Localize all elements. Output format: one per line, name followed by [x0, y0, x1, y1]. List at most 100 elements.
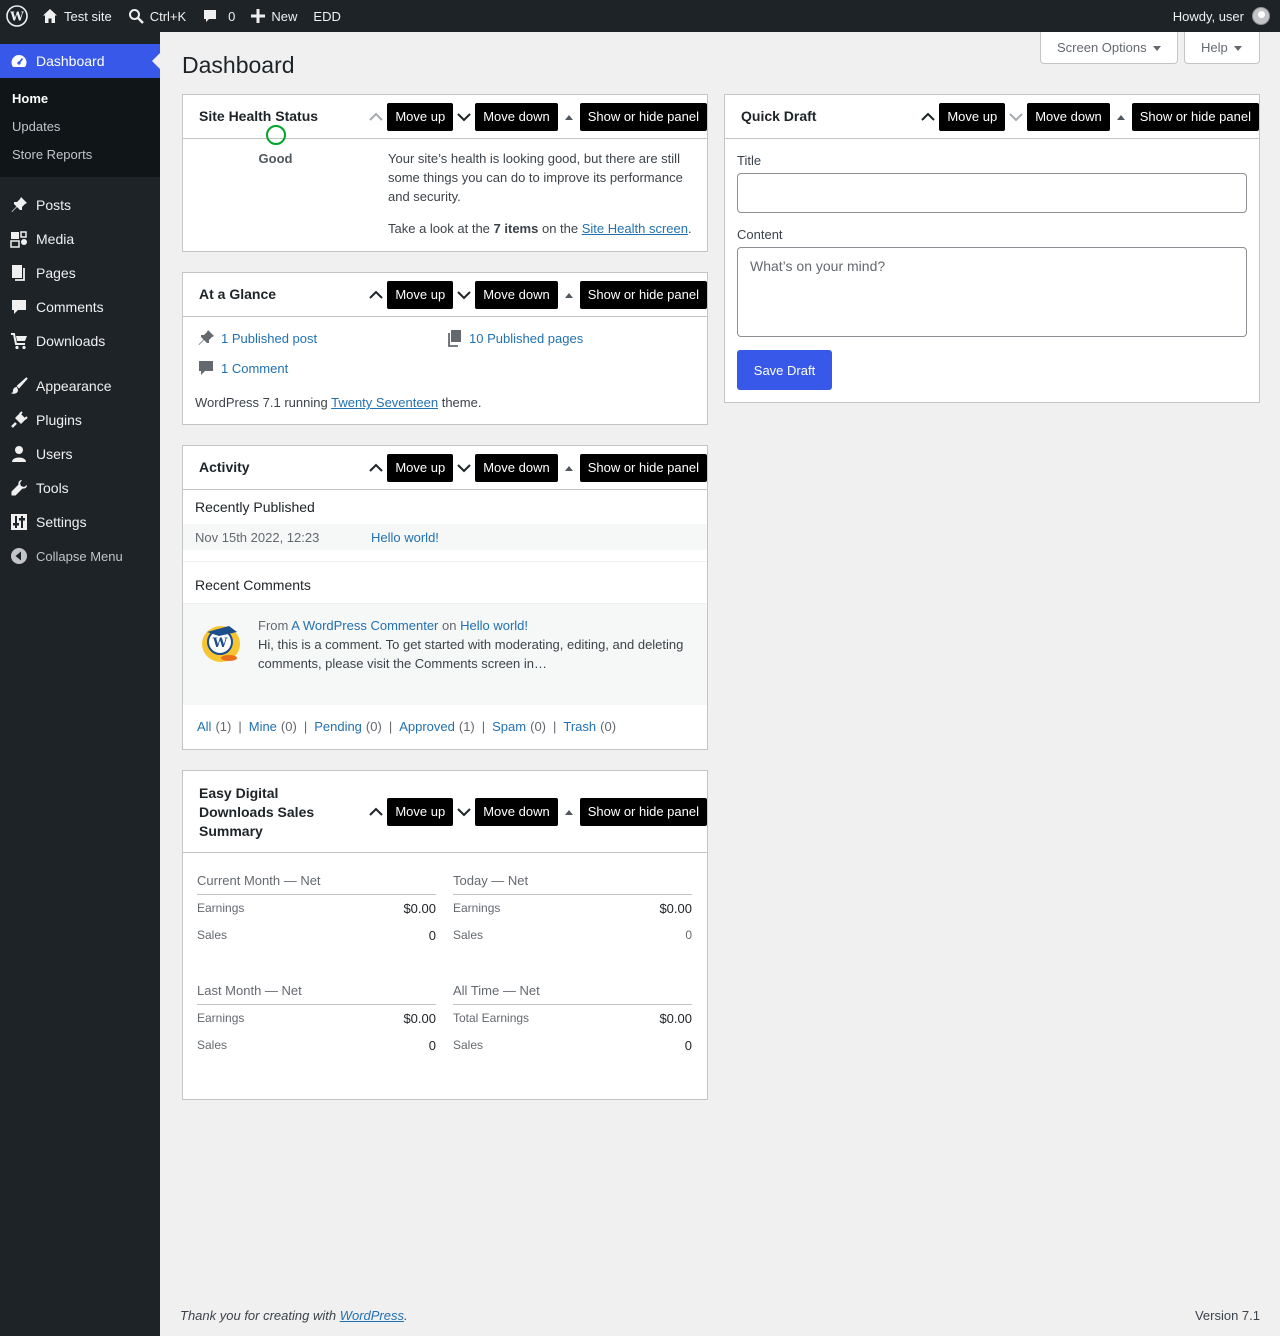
move-down-arrow-icon[interactable] — [453, 102, 475, 132]
move-up-arrow-icon[interactable] — [365, 280, 387, 310]
edd-row: Sales 0 — [197, 1038, 436, 1053]
move-up-button[interactable]: Move up — [387, 280, 454, 309]
collapse-menu-label: Collapse Menu — [36, 548, 123, 564]
issue-count: 7 items — [493, 221, 539, 236]
edd-block-heading: Today — Net — [453, 873, 692, 895]
edd-value: $0.00 — [659, 901, 692, 916]
sidebar-item-settings[interactable]: Settings — [0, 505, 160, 539]
svg-text:W: W — [212, 636, 228, 651]
draft-content-textarea[interactable] — [737, 247, 1247, 337]
home-icon — [43, 9, 57, 23]
site-name-link[interactable]: Test site — [34, 0, 120, 32]
toggle-panel-button[interactable]: Show or hide panel — [579, 102, 707, 131]
sidebar-item-label: Posts — [36, 197, 72, 213]
move-down-arrow-icon[interactable] — [453, 453, 475, 483]
filter-spam-link[interactable]: Spam — [492, 719, 526, 734]
post-title-link[interactable]: Hello world! — [371, 530, 439, 545]
move-up-button[interactable]: Move up — [939, 102, 1006, 131]
edd-value: 0 — [428, 928, 436, 943]
draft-title-input[interactable] — [737, 173, 1247, 213]
user-account-menu[interactable]: Howdy, user — [1173, 7, 1280, 25]
sidebar-item-media[interactable]: Media — [0, 222, 160, 256]
sidebar-item-users[interactable]: Users — [0, 437, 160, 471]
submenu-item-home[interactable]: Home — [0, 85, 160, 113]
downloads-cart-icon — [11, 333, 27, 350]
search-icon — [128, 9, 144, 24]
published-pages-link[interactable]: 10 Published pages — [469, 331, 583, 346]
edd-row: Earnings $0.00 — [197, 1011, 436, 1026]
published-posts-link[interactable]: 1 Published post — [221, 331, 317, 346]
toggle-panel-button[interactable]: Show or hide panel — [1131, 102, 1259, 131]
move-down-button[interactable]: Move down — [475, 797, 558, 826]
sidebar-item-appearance[interactable]: Appearance — [0, 369, 160, 403]
wordpress-link[interactable]: WordPress — [340, 1308, 404, 1323]
comments-link[interactable]: 1 Comment — [221, 361, 288, 376]
move-up-button[interactable]: Move up — [387, 102, 454, 131]
sidebar-item-plugins[interactable]: Plugins — [0, 403, 160, 437]
move-down-button[interactable]: Move down — [475, 453, 558, 482]
toggle-panel-button[interactable]: Show or hide panel — [579, 797, 707, 826]
toggle-panel-arrow-icon[interactable] — [558, 280, 580, 310]
move-down-arrow-icon[interactable] — [453, 280, 475, 310]
sidebar-item-pages[interactable]: Pages — [0, 256, 160, 290]
filter-count: (0) — [600, 719, 617, 734]
help-label: Help — [1201, 40, 1228, 55]
save-draft-button[interactable]: Save Draft — [737, 350, 832, 390]
comment-post-link[interactable]: Hello world! — [460, 618, 528, 633]
edd-menu-link[interactable]: EDD — [305, 0, 348, 32]
meta-text: From — [258, 618, 289, 633]
toggle-panel-button[interactable]: Show or hide panel — [579, 280, 707, 309]
screen-options-button[interactable]: Screen Options — [1040, 32, 1178, 64]
filter-all-link[interactable]: All — [197, 719, 211, 734]
move-up-button[interactable]: Move up — [387, 797, 454, 826]
site-health-screen-link[interactable]: Site Health screen — [582, 221, 688, 236]
filter-separator: | — [481, 719, 486, 734]
toggle-panel-arrow-icon[interactable] — [558, 797, 580, 827]
move-up-arrow-icon[interactable] — [365, 797, 387, 827]
filter-trash-link[interactable]: Trash — [563, 719, 596, 734]
dashboard-gauge-icon — [11, 55, 27, 67]
submenu-item-updates[interactable]: Updates — [0, 113, 160, 141]
toggle-panel-button[interactable]: Show or hide panel — [579, 453, 707, 482]
sidebar-item-tools[interactable]: Tools — [0, 471, 160, 505]
filter-count: (1) — [215, 719, 232, 734]
move-up-arrow-icon[interactable] — [365, 453, 387, 483]
submenu-item-store-reports[interactable]: Store Reports — [0, 141, 160, 169]
cta-text: . — [687, 221, 692, 236]
edd-block-heading: All Time — Net — [453, 983, 692, 1005]
theme-link[interactable]: Twenty Seventeen — [331, 395, 438, 410]
sidebar-item-dashboard[interactable]: Dashboard — [0, 44, 160, 78]
collapse-menu-button[interactable]: Collapse Menu — [0, 539, 160, 573]
sidebar-item-posts[interactable]: Posts — [0, 188, 160, 222]
move-down-button[interactable]: Move down — [475, 102, 558, 131]
filter-mine-link[interactable]: Mine — [249, 719, 277, 734]
filter-separator: | — [553, 719, 557, 734]
sidebar-item-comments[interactable]: Comments — [0, 290, 160, 324]
toggle-panel-arrow-icon[interactable] — [558, 453, 580, 483]
new-content-button[interactable]: New — [243, 0, 305, 32]
filter-pending-link[interactable]: Pending — [314, 719, 362, 734]
search-shortcut-button[interactable]: Ctrl+K — [120, 0, 194, 32]
move-up-arrow-icon[interactable] — [917, 102, 939, 132]
filter-separator: | — [238, 719, 242, 734]
widget-actions: Move up Move down Show or hide panel — [365, 95, 707, 138]
admin-sidebar: Dashboard Home Updates Store Reports Pos… — [0, 32, 160, 1336]
move-down-arrow-icon[interactable] — [1005, 102, 1027, 132]
comments-link[interactable]: 0 — [194, 0, 243, 32]
help-button[interactable]: Help — [1184, 32, 1260, 64]
wordpress-logo-button[interactable]: W — [0, 0, 34, 32]
move-up-button[interactable]: Move up — [387, 453, 454, 482]
filter-separator: | — [303, 719, 308, 734]
move-down-arrow-icon[interactable] — [453, 797, 475, 827]
toggle-panel-arrow-icon[interactable] — [558, 102, 580, 132]
move-up-arrow-icon[interactable] — [365, 102, 387, 132]
edd-sales-summary-widget: Easy Digital Downloads Sales Summary Mov… — [182, 770, 708, 1100]
move-down-button[interactable]: Move down — [1027, 102, 1110, 131]
toggle-panel-arrow-icon[interactable] — [1110, 102, 1132, 132]
filter-approved-link[interactable]: Approved — [399, 719, 455, 734]
commenter-link[interactable]: A WordPress Commenter — [291, 618, 438, 633]
pages-icon — [12, 265, 25, 281]
sidebar-item-downloads[interactable]: Downloads — [0, 324, 160, 358]
user-icon — [12, 446, 26, 462]
move-down-button[interactable]: Move down — [475, 280, 558, 309]
